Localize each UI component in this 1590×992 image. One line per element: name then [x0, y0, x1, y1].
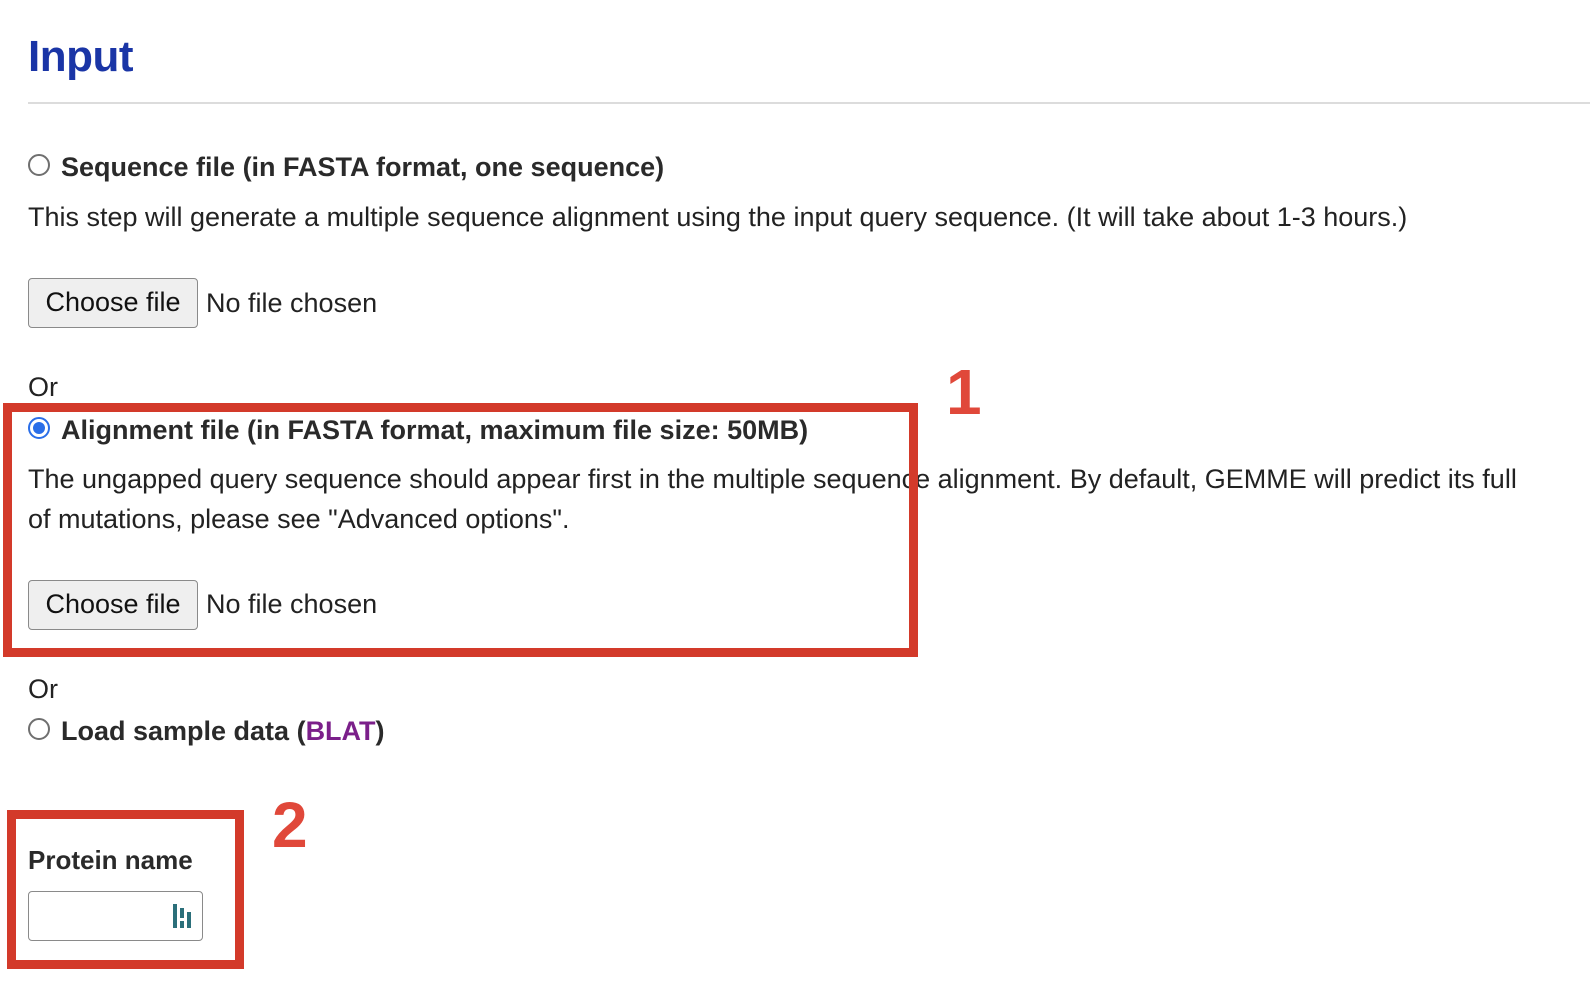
annotation-number-2: 2	[272, 789, 308, 861]
sequence-file-label[interactable]: Sequence file (in FASTA format, one sequ…	[61, 152, 664, 183]
sample-data-label-suffix: )	[375, 716, 385, 746]
annotation-number-1: 1	[946, 356, 982, 428]
sample-data-radio[interactable]	[28, 718, 50, 740]
sample-data-label-prefix: Load sample data (	[61, 716, 306, 746]
blat-link[interactable]: BLAT	[306, 716, 376, 746]
sample-data-label[interactable]: Load sample data (BLAT)	[61, 716, 385, 747]
sequence-choose-file-button[interactable]: Choose file	[28, 278, 198, 328]
sequence-file-status: No file chosen	[206, 288, 378, 318]
or-separator-1: Or	[28, 372, 58, 402]
annotation-box-1	[3, 403, 918, 657]
title-divider	[28, 102, 1590, 104]
or-separator-2: Or	[28, 674, 58, 704]
annotation-box-2	[7, 810, 244, 969]
page-title: Input	[28, 32, 134, 81]
sequence-file-radio[interactable]	[28, 154, 50, 176]
sequence-file-description: This step will generate a multiple seque…	[28, 202, 1408, 232]
